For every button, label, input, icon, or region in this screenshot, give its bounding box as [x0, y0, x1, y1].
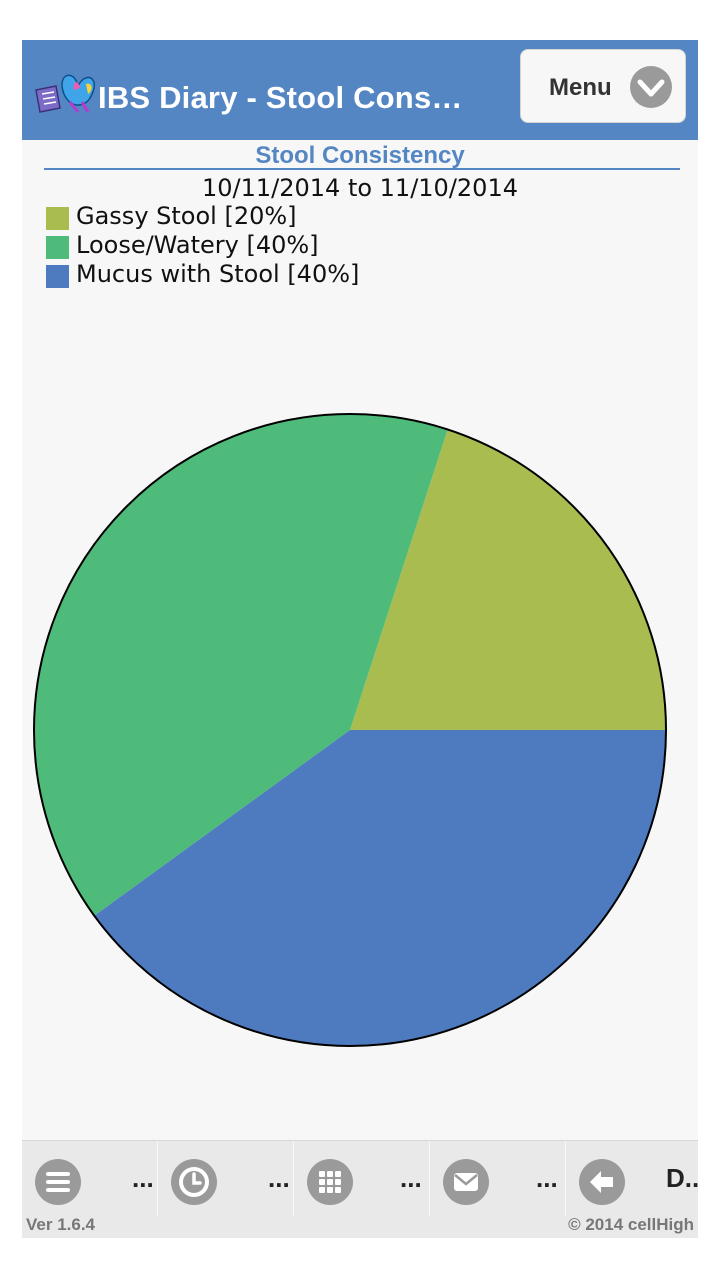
menu-button-label: Menu [549, 74, 612, 101]
mail-icon [443, 1159, 489, 1205]
version-label: Ver 1.6.4 [26, 1215, 96, 1234]
date-range: 10/11/2014 to 11/10/2014 [201, 174, 518, 202]
tab-label: ... [400, 1163, 422, 1193]
tab-label: D.. [666, 1163, 698, 1193]
butterfly-logo-icon [35, 74, 96, 113]
page-title: IBS Diary - Stool Cons… [98, 80, 463, 115]
app-header: IBS Diary - Stool Cons… Menu [22, 40, 698, 140]
legend-swatch [46, 265, 69, 288]
tab-label: ... [536, 1163, 558, 1193]
bottom-nav: ... ... ... ... D.. [22, 1140, 698, 1217]
footer-info: Ver 1.6.4 © 2014 cellHigh [22, 1215, 698, 1238]
legend-label: Mucus with Stool [40%] [76, 260, 360, 288]
clock-icon [171, 1159, 217, 1205]
legend-label: Loose/Watery [40%] [76, 231, 319, 259]
tab-history[interactable]: ... [158, 1141, 294, 1217]
app-container: IBS Diary - Stool Cons… Menu Stool Consi… [22, 40, 698, 1238]
tab-mail[interactable]: ... [430, 1141, 566, 1217]
legend-label: Gassy Stool [20%] [76, 202, 297, 230]
menu-button[interactable]: Menu [520, 49, 686, 123]
list-icon [35, 1159, 81, 1205]
grid-icon [307, 1159, 353, 1205]
title-divider [44, 168, 680, 170]
chart-title: Stool Consistency [255, 142, 465, 169]
tab-label: ... [268, 1163, 290, 1193]
pie-chart [33, 413, 667, 1047]
copyright-label: © 2014 cellHigh [568, 1215, 694, 1234]
tab-grid[interactable]: ... [294, 1141, 430, 1217]
legend-swatch [46, 236, 69, 259]
chevron-down-icon [630, 66, 672, 108]
tab-list[interactable]: ... [22, 1141, 158, 1217]
back-arrow-icon [579, 1159, 625, 1205]
legend-swatch [46, 207, 69, 230]
tab-back[interactable]: D.. [566, 1141, 698, 1217]
tab-label: ... [132, 1163, 154, 1193]
